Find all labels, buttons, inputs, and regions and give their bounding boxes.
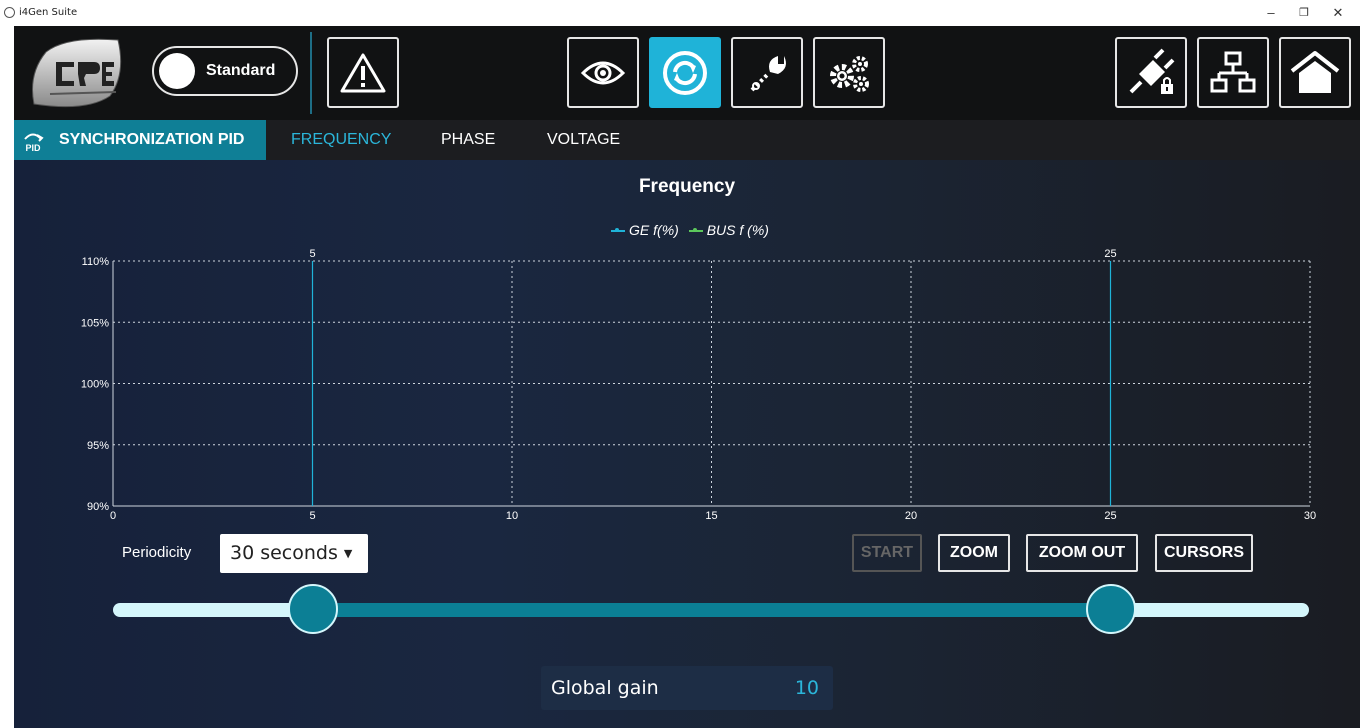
periodicity-select[interactable]: 30 seconds ▼ bbox=[220, 534, 368, 573]
app-icon bbox=[4, 7, 15, 18]
x-tick-label: 0 bbox=[110, 510, 116, 522]
x-tick-label: 20 bbox=[905, 510, 917, 522]
main-toolbar: Standard bbox=[14, 26, 1360, 120]
window-titlebar: i4Gen Suite – ❐ ✕ bbox=[0, 0, 1360, 26]
section-title-label: SYNCHRONIZATION PID bbox=[59, 131, 245, 148]
connect-button[interactable] bbox=[1115, 37, 1187, 108]
global-gain-value: 10 bbox=[794, 677, 819, 699]
home-icon bbox=[1290, 50, 1340, 93]
monitor-button[interactable] bbox=[567, 37, 639, 108]
chevron-down-icon: ▼ bbox=[343, 547, 353, 560]
y-tick-label: 95% bbox=[87, 440, 109, 452]
chart-cursor-label: 25 bbox=[1104, 248, 1116, 260]
zoom-out-button[interactable]: ZOOM OUT bbox=[1026, 534, 1138, 572]
frequency-chart: 90% 95% 100% 105% 110% 0 5 10 15 20 25 30 5 25 bbox=[81, 248, 1316, 522]
network-button[interactable] bbox=[1197, 37, 1269, 108]
y-tick-label: 110% bbox=[82, 256, 110, 268]
chart-title: Frequency bbox=[638, 176, 736, 197]
cre-logo bbox=[32, 38, 122, 108]
mode-toggle[interactable]: Standard bbox=[152, 46, 298, 96]
mode-label: Standard bbox=[206, 62, 276, 79]
plug-lock-icon bbox=[1129, 48, 1175, 94]
legend-swatch-bus bbox=[688, 228, 703, 233]
pid-icon: PID bbox=[24, 133, 44, 153]
tab-phase[interactable]: PHASE bbox=[441, 131, 495, 149]
periodicity-label: Periodicity bbox=[122, 544, 192, 561]
minimize-button[interactable]: – bbox=[1256, 3, 1286, 23]
tools-button[interactable] bbox=[731, 37, 803, 108]
home-button[interactable] bbox=[1279, 37, 1351, 108]
global-gain-field[interactable]: Global gain 10 bbox=[541, 666, 833, 710]
legend-swatch-ge bbox=[611, 228, 626, 233]
section-title: PID SYNCHRONIZATION PID bbox=[14, 120, 266, 160]
sub-navigation: PID SYNCHRONIZATION PID FREQUENCY PHASE … bbox=[14, 120, 1360, 160]
zoom-button[interactable]: ZOOM bbox=[938, 534, 1010, 572]
x-tick-label: 25 bbox=[1104, 510, 1116, 522]
x-tick-label: 10 bbox=[506, 510, 518, 522]
y-tick-label: 100% bbox=[81, 379, 109, 391]
tab-voltage[interactable]: VOLTAGE bbox=[547, 131, 620, 149]
tab-frequency[interactable]: FREQUENCY bbox=[291, 131, 391, 149]
window-title: i4Gen Suite bbox=[19, 7, 78, 18]
y-tick-label: 105% bbox=[81, 317, 109, 329]
global-gain-label: Global gain bbox=[551, 677, 659, 699]
gears-icon bbox=[830, 55, 869, 92]
warning-icon bbox=[340, 53, 386, 92]
restore-button[interactable]: ❐ bbox=[1289, 3, 1319, 23]
network-icon bbox=[1210, 51, 1256, 92]
sync-button[interactable] bbox=[649, 37, 721, 108]
settings-button[interactable] bbox=[813, 37, 885, 108]
cursors-button[interactable]: CURSORS bbox=[1155, 534, 1253, 572]
svg-text:PID: PID bbox=[25, 143, 41, 153]
x-tick-label: 30 bbox=[1304, 510, 1316, 522]
y-tick-label: 90% bbox=[87, 501, 109, 513]
eye-icon bbox=[580, 61, 626, 84]
x-tick-label: 5 bbox=[309, 510, 315, 522]
toolbar-separator bbox=[310, 32, 312, 114]
range-slider-end-thumb[interactable] bbox=[1086, 584, 1136, 634]
periodicity-value: 30 seconds bbox=[230, 542, 338, 564]
wrench-icon bbox=[750, 55, 786, 91]
close-button[interactable]: ✕ bbox=[1323, 3, 1353, 23]
app-window: Standard PID SYNCHRONIZATION PID FREQUEN… bbox=[14, 26, 1360, 728]
range-slider-start-thumb[interactable] bbox=[288, 584, 338, 634]
sync-icon bbox=[663, 50, 707, 95]
start-button[interactable]: START bbox=[852, 534, 922, 572]
alarm-button[interactable] bbox=[327, 37, 399, 108]
chart-cursor-label: 5 bbox=[309, 248, 315, 260]
x-tick-label: 15 bbox=[705, 510, 717, 522]
toggle-knob bbox=[159, 53, 195, 89]
range-slider-selection bbox=[313, 603, 1113, 617]
